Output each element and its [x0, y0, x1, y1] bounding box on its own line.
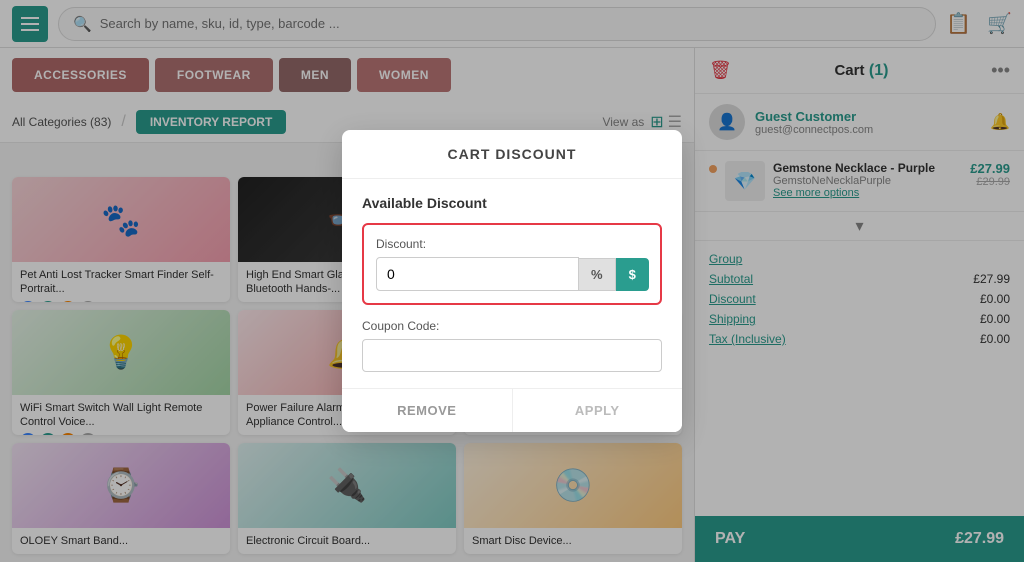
modal-body: Available Discount Discount: % $ Coupon … — [342, 179, 682, 388]
available-discount-title: Available Discount — [362, 195, 662, 211]
modal-apply-button[interactable]: APPLY — [513, 389, 683, 432]
discount-input[interactable] — [376, 257, 579, 291]
modal-actions: REMOVE APPLY — [342, 388, 682, 432]
discount-box: Discount: % $ — [362, 223, 662, 305]
modal-title: CART DISCOUNT — [342, 130, 682, 179]
coupon-field-label: Coupon Code: — [362, 319, 662, 333]
discount-input-row: % $ — [376, 257, 648, 291]
modal-overlay: CART DISCOUNT Available Discount Discoun… — [0, 0, 1024, 562]
discount-field-label: Discount: — [376, 237, 648, 251]
discount-dollar-button[interactable]: $ — [616, 258, 649, 291]
modal-remove-button[interactable]: REMOVE — [342, 389, 513, 432]
coupon-code-input[interactable] — [362, 339, 662, 372]
cart-discount-modal: CART DISCOUNT Available Discount Discoun… — [342, 130, 682, 432]
discount-percent-button[interactable]: % — [579, 258, 616, 291]
